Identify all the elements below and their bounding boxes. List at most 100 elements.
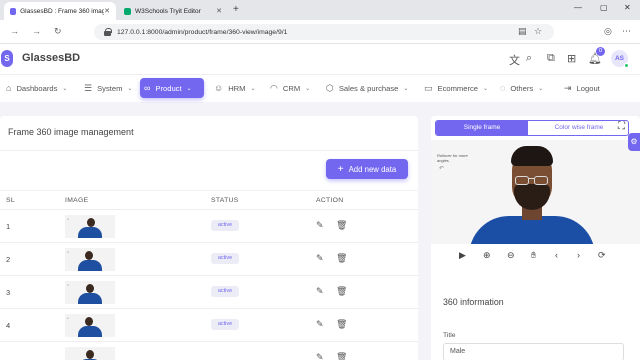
chevron-down-icon: ⌄ <box>62 85 68 92</box>
glassesbd-favicon-icon <box>10 7 17 15</box>
fullscreen-icon[interactable]: ⛶ <box>618 121 625 132</box>
url-field[interactable]: 127.0.0.1:8000/admin/product/frame/360-v… <box>94 24 554 40</box>
status-badge: active <box>211 319 239 330</box>
table-row: 4 ▪▪ active ✎ 🗑︎ <box>0 309 418 342</box>
chat-icon: ◌ <box>500 83 506 93</box>
signal-icon: ◠ <box>270 82 278 93</box>
tab-title: GlassesBD : Frame 360 image m <box>20 7 105 15</box>
url-text: 127.0.0.1:8000/admin/product/frame/360-v… <box>117 28 288 36</box>
column-header-status: STATUS <box>211 197 239 204</box>
glassesbd-logo[interactable]: S <box>1 50 13 67</box>
brand-name[interactable]: GlassesBD <box>22 52 80 64</box>
apps-grid-icon[interactable]: ⊞ <box>567 52 576 65</box>
frame-thumbnail[interactable]: ▪▪ <box>65 248 115 271</box>
shortcuts-icon[interactable]: ⧉ <box>547 52 555 65</box>
table-row: 3 ▪▪ active ✎ 🗑︎ <box>0 276 418 309</box>
nav-item-dashboards[interactable]: ⌂ Dashboards ⌄ <box>2 78 71 98</box>
image-360-viewer[interactable]: Rollover for more angles ↶ <box>431 140 640 244</box>
forward-arrow-icon[interactable]: → <box>32 26 41 36</box>
frame-thumbnail[interactable] <box>65 347 115 360</box>
reload-icon[interactable]: ↻ <box>54 26 62 37</box>
search-icon[interactable]: ⌕ <box>526 52 532 65</box>
nav-label: Sales & purchase <box>338 83 399 93</box>
info-lock-icon[interactable] <box>104 28 112 36</box>
nav-item-system[interactable]: ☰ System ⌄ <box>80 78 136 98</box>
maximize-icon[interactable]: ▢ <box>600 3 608 12</box>
prev-icon[interactable]: ‹ <box>555 250 558 260</box>
window-close-icon[interactable]: ✕ <box>624 3 631 12</box>
trash-icon[interactable]: 🗑︎ <box>336 319 347 330</box>
settings-gear-icon[interactable]: ⚙ <box>628 133 640 151</box>
back-arrow-icon[interactable]: → <box>10 26 19 36</box>
minimize-icon[interactable]: — <box>574 3 582 12</box>
edit-icon[interactable]: ✎ <box>316 319 324 330</box>
address-bar-row: → → ↻ 127.0.0.1:8000/admin/product/frame… <box>0 20 640 44</box>
add-new-data-button[interactable]: + Add new data <box>326 159 408 179</box>
nav-label: Ecommerce <box>437 83 479 93</box>
nav-label: Logout <box>576 83 600 93</box>
tab-color-wise-frame[interactable]: Color wise frame <box>528 121 628 135</box>
title-field[interactable]: Male <box>443 343 624 360</box>
status-badge: active <box>211 220 239 231</box>
nav-item-product[interactable]: ∞ Product ⌄ <box>140 78 204 98</box>
box-icon: ⬡ <box>326 82 334 93</box>
plus-icon: + <box>337 163 344 175</box>
sliders-icon: ☰ <box>84 82 93 93</box>
hand-icon[interactable]: ✋︎ <box>531 250 536 261</box>
reader-mode-icon[interactable]: ▤ <box>518 26 527 37</box>
play-icon[interactable]: ▶ <box>459 250 466 261</box>
home-icon: ⌂ <box>6 83 12 93</box>
nav-item-others[interactable]: ◌ Others ⌄ <box>496 78 547 98</box>
chevron-down-icon: ⌄ <box>538 85 544 92</box>
nav-item-ecommerce[interactable]: ▭ Ecommerce ⌄ <box>420 78 492 98</box>
row-sl: 1 <box>6 222 11 231</box>
w3schools-favicon-icon <box>124 7 131 15</box>
browser-tab-w3schools[interactable]: W3Schools Tryit Editor ✕ <box>118 2 228 20</box>
nav-item-logout[interactable]: ⇥ Logout <box>560 78 604 98</box>
nav-item-crm[interactable]: ◠ CRM ⌄ <box>266 78 314 98</box>
rollover-hint: Rollover for more angles <box>437 153 468 163</box>
add-button-label: Add new data <box>348 164 397 174</box>
edit-icon[interactable]: ✎ <box>316 352 324 360</box>
nav-item-hrm[interactable]: ☺ HRM ⌄ <box>210 78 260 98</box>
trash-icon[interactable]: 🗑︎ <box>336 253 347 264</box>
row-sl: 2 <box>6 255 11 264</box>
browser-tab-glassesbd[interactable]: GlassesBD : Frame 360 image m ✕ <box>4 2 116 20</box>
browser-tab-bar: GlassesBD : Frame 360 image m ✕ W3School… <box>0 0 640 20</box>
viewer-card: Single frame Color wise frame Rollover f… <box>431 116 640 360</box>
edit-icon[interactable]: ✎ <box>316 220 324 231</box>
browser-menu-icon[interactable]: ⋯ <box>622 26 631 37</box>
column-header-image: IMAGE <box>65 197 89 204</box>
close-tab-icon[interactable]: ✕ <box>216 7 222 15</box>
bookmark-star-icon[interactable]: ☆ <box>534 26 542 37</box>
zoom-in-icon[interactable]: ⊕ <box>483 250 491 261</box>
trash-icon[interactable]: 🗑︎ <box>336 352 347 360</box>
chevron-down-icon: ⌄ <box>483 85 489 92</box>
status-badge: active <box>211 286 239 297</box>
frame-thumbnail[interactable]: ▪▪ <box>65 215 115 238</box>
new-tab-icon[interactable]: + <box>233 4 239 15</box>
close-tab-icon[interactable]: ✕ <box>104 7 110 15</box>
app-header: S GlassesBD 文 ⌕ ⧉ ⊞ 🔔︎ 0 AS <box>0 44 640 74</box>
chevron-down-icon: ⌄ <box>403 85 409 92</box>
tab-single-frame[interactable]: Single frame <box>436 121 528 135</box>
tab-title: W3Schools Tryit Editor <box>135 7 201 15</box>
table-row: 2 ▪▪ active ✎ 🗑︎ <box>0 243 418 276</box>
nav-label: Product <box>155 83 182 93</box>
frame-thumbnail[interactable]: ▪▪ <box>65 314 115 337</box>
nav-item-sales-purchase[interactable]: ⬡ Sales & purchase ⌄ <box>322 78 412 98</box>
zoom-out-icon[interactable]: ⊖ <box>507 250 515 261</box>
table-header: SL IMAGE STATUS ACTION <box>0 190 418 210</box>
trash-icon[interactable]: 🗑︎ <box>336 286 347 297</box>
frame-thumbnail[interactable]: ▪▪ <box>65 281 115 304</box>
translate-icon[interactable]: 文 <box>509 52 520 68</box>
nav-label: System <box>97 83 123 93</box>
trash-icon[interactable]: 🗑︎ <box>336 220 347 231</box>
edit-icon[interactable]: ✎ <box>316 286 324 297</box>
reload-icon[interactable]: ⟳ <box>598 250 606 261</box>
next-icon[interactable]: › <box>577 250 580 260</box>
edit-icon[interactable]: ✎ <box>316 253 324 264</box>
nav-label: Dashboards <box>16 83 58 93</box>
extensions-icon[interactable]: ◎ <box>604 26 612 37</box>
online-status-dot <box>624 63 629 68</box>
